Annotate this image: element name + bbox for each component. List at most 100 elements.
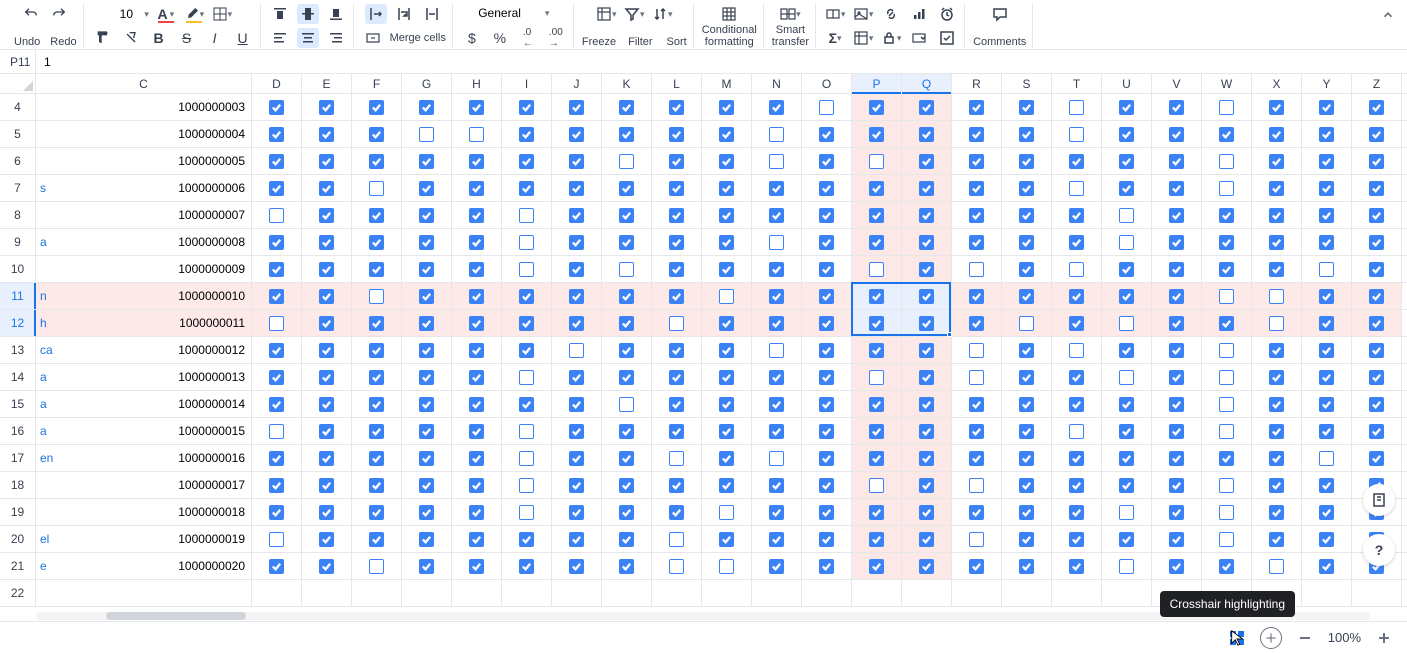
row-header[interactable]: 16 xyxy=(0,418,36,444)
row-header[interactable]: 11 xyxy=(0,283,36,309)
checkbox[interactable] xyxy=(1019,154,1034,169)
checkbox[interactable] xyxy=(519,154,534,169)
insert-cells-button[interactable]: ▾ xyxy=(824,4,846,24)
cell[interactable] xyxy=(1352,175,1402,201)
decrease-decimal-button[interactable]: .0← xyxy=(517,28,539,48)
checkbox[interactable] xyxy=(519,532,534,547)
column-header-U[interactable]: U xyxy=(1102,74,1152,93)
checkbox[interactable] xyxy=(1269,451,1284,466)
cell[interactable] xyxy=(352,364,402,390)
checkbox[interactable] xyxy=(619,100,634,115)
checkbox[interactable] xyxy=(1369,316,1384,331)
zoom-level[interactable]: 100% xyxy=(1328,630,1361,645)
checkbox[interactable] xyxy=(319,451,334,466)
cell[interactable] xyxy=(1202,445,1252,471)
cell[interactable] xyxy=(452,418,502,444)
checkbox[interactable] xyxy=(869,208,884,223)
cell[interactable] xyxy=(752,418,802,444)
help-button[interactable]: ? xyxy=(1363,534,1395,566)
cell[interactable] xyxy=(602,418,652,444)
checkbox[interactable] xyxy=(669,208,684,223)
checkbox[interactable] xyxy=(1169,181,1184,196)
zoom-in-button[interactable] xyxy=(1373,627,1395,649)
checkbox[interactable] xyxy=(1219,559,1234,574)
cell[interactable] xyxy=(602,175,652,201)
checkbox[interactable] xyxy=(1319,127,1334,142)
cell[interactable] xyxy=(602,202,652,228)
checkbox[interactable] xyxy=(269,559,284,574)
cell-text[interactable]: a1000000015 xyxy=(36,418,252,444)
cell[interactable] xyxy=(1252,391,1302,417)
cell[interactable] xyxy=(252,445,302,471)
checkbox[interactable] xyxy=(1319,505,1334,520)
cell[interactable] xyxy=(402,94,452,120)
cell[interactable] xyxy=(1102,94,1152,120)
cell[interactable] xyxy=(952,553,1002,579)
checkbox[interactable] xyxy=(1369,424,1384,439)
cell[interactable] xyxy=(902,526,952,552)
cell[interactable] xyxy=(552,229,602,255)
cell[interactable] xyxy=(502,553,552,579)
cell[interactable] xyxy=(852,121,902,147)
cell[interactable] xyxy=(452,526,502,552)
checkbox[interactable] xyxy=(519,505,534,520)
checkbox[interactable] xyxy=(719,127,734,142)
cell[interactable] xyxy=(502,256,552,282)
cell[interactable] xyxy=(752,526,802,552)
cell[interactable] xyxy=(652,580,702,606)
checkbox[interactable] xyxy=(969,343,984,358)
cell[interactable] xyxy=(602,580,652,606)
cell[interactable] xyxy=(1002,499,1052,525)
cell[interactable] xyxy=(452,283,502,309)
checkbox[interactable] xyxy=(1369,181,1384,196)
cell[interactable] xyxy=(1052,310,1102,336)
cell[interactable] xyxy=(1002,337,1052,363)
checkbox[interactable] xyxy=(819,208,834,223)
checkbox[interactable] xyxy=(569,451,584,466)
cell[interactable] xyxy=(752,202,802,228)
checkbox[interactable] xyxy=(1219,127,1234,142)
cell[interactable] xyxy=(352,391,402,417)
cell[interactable] xyxy=(402,148,452,174)
cell[interactable] xyxy=(602,364,652,390)
cell[interactable] xyxy=(752,391,802,417)
row-header[interactable]: 5 xyxy=(0,121,36,147)
cell[interactable] xyxy=(352,283,402,309)
checkbox[interactable] xyxy=(1319,397,1334,412)
cell[interactable] xyxy=(752,310,802,336)
cell[interactable] xyxy=(652,256,702,282)
cell[interactable] xyxy=(852,229,902,255)
checkbox[interactable] xyxy=(919,451,934,466)
cell[interactable] xyxy=(1102,364,1152,390)
cell[interactable] xyxy=(1052,580,1102,606)
checkbox[interactable] xyxy=(369,235,384,250)
checkbox[interactable] xyxy=(969,370,984,385)
cell[interactable] xyxy=(702,418,752,444)
checkbox[interactable] xyxy=(1119,478,1134,493)
checkbox[interactable] xyxy=(719,181,734,196)
checkbox[interactable] xyxy=(1019,505,1034,520)
cell[interactable] xyxy=(502,418,552,444)
cell[interactable] xyxy=(902,121,952,147)
cell[interactable] xyxy=(252,175,302,201)
checkbox[interactable] xyxy=(519,397,534,412)
checkbox[interactable] xyxy=(1319,100,1334,115)
checkbox[interactable] xyxy=(419,262,434,277)
cell[interactable] xyxy=(1052,499,1102,525)
cell[interactable] xyxy=(652,283,702,309)
cell[interactable] xyxy=(1002,256,1052,282)
cell[interactable] xyxy=(352,472,402,498)
checkbox[interactable] xyxy=(1119,127,1134,142)
cell[interactable] xyxy=(1102,445,1152,471)
checkbox[interactable] xyxy=(519,289,534,304)
checkbox[interactable] xyxy=(1319,316,1334,331)
cell[interactable] xyxy=(1102,337,1152,363)
checkbox[interactable] xyxy=(419,235,434,250)
cell[interactable] xyxy=(1202,283,1252,309)
cell[interactable] xyxy=(1252,94,1302,120)
filter-icon[interactable]: ▾ xyxy=(623,4,645,24)
cell[interactable] xyxy=(602,499,652,525)
checkbox[interactable] xyxy=(1269,505,1284,520)
insert-chart-button[interactable] xyxy=(908,4,930,24)
cell[interactable] xyxy=(1102,391,1152,417)
